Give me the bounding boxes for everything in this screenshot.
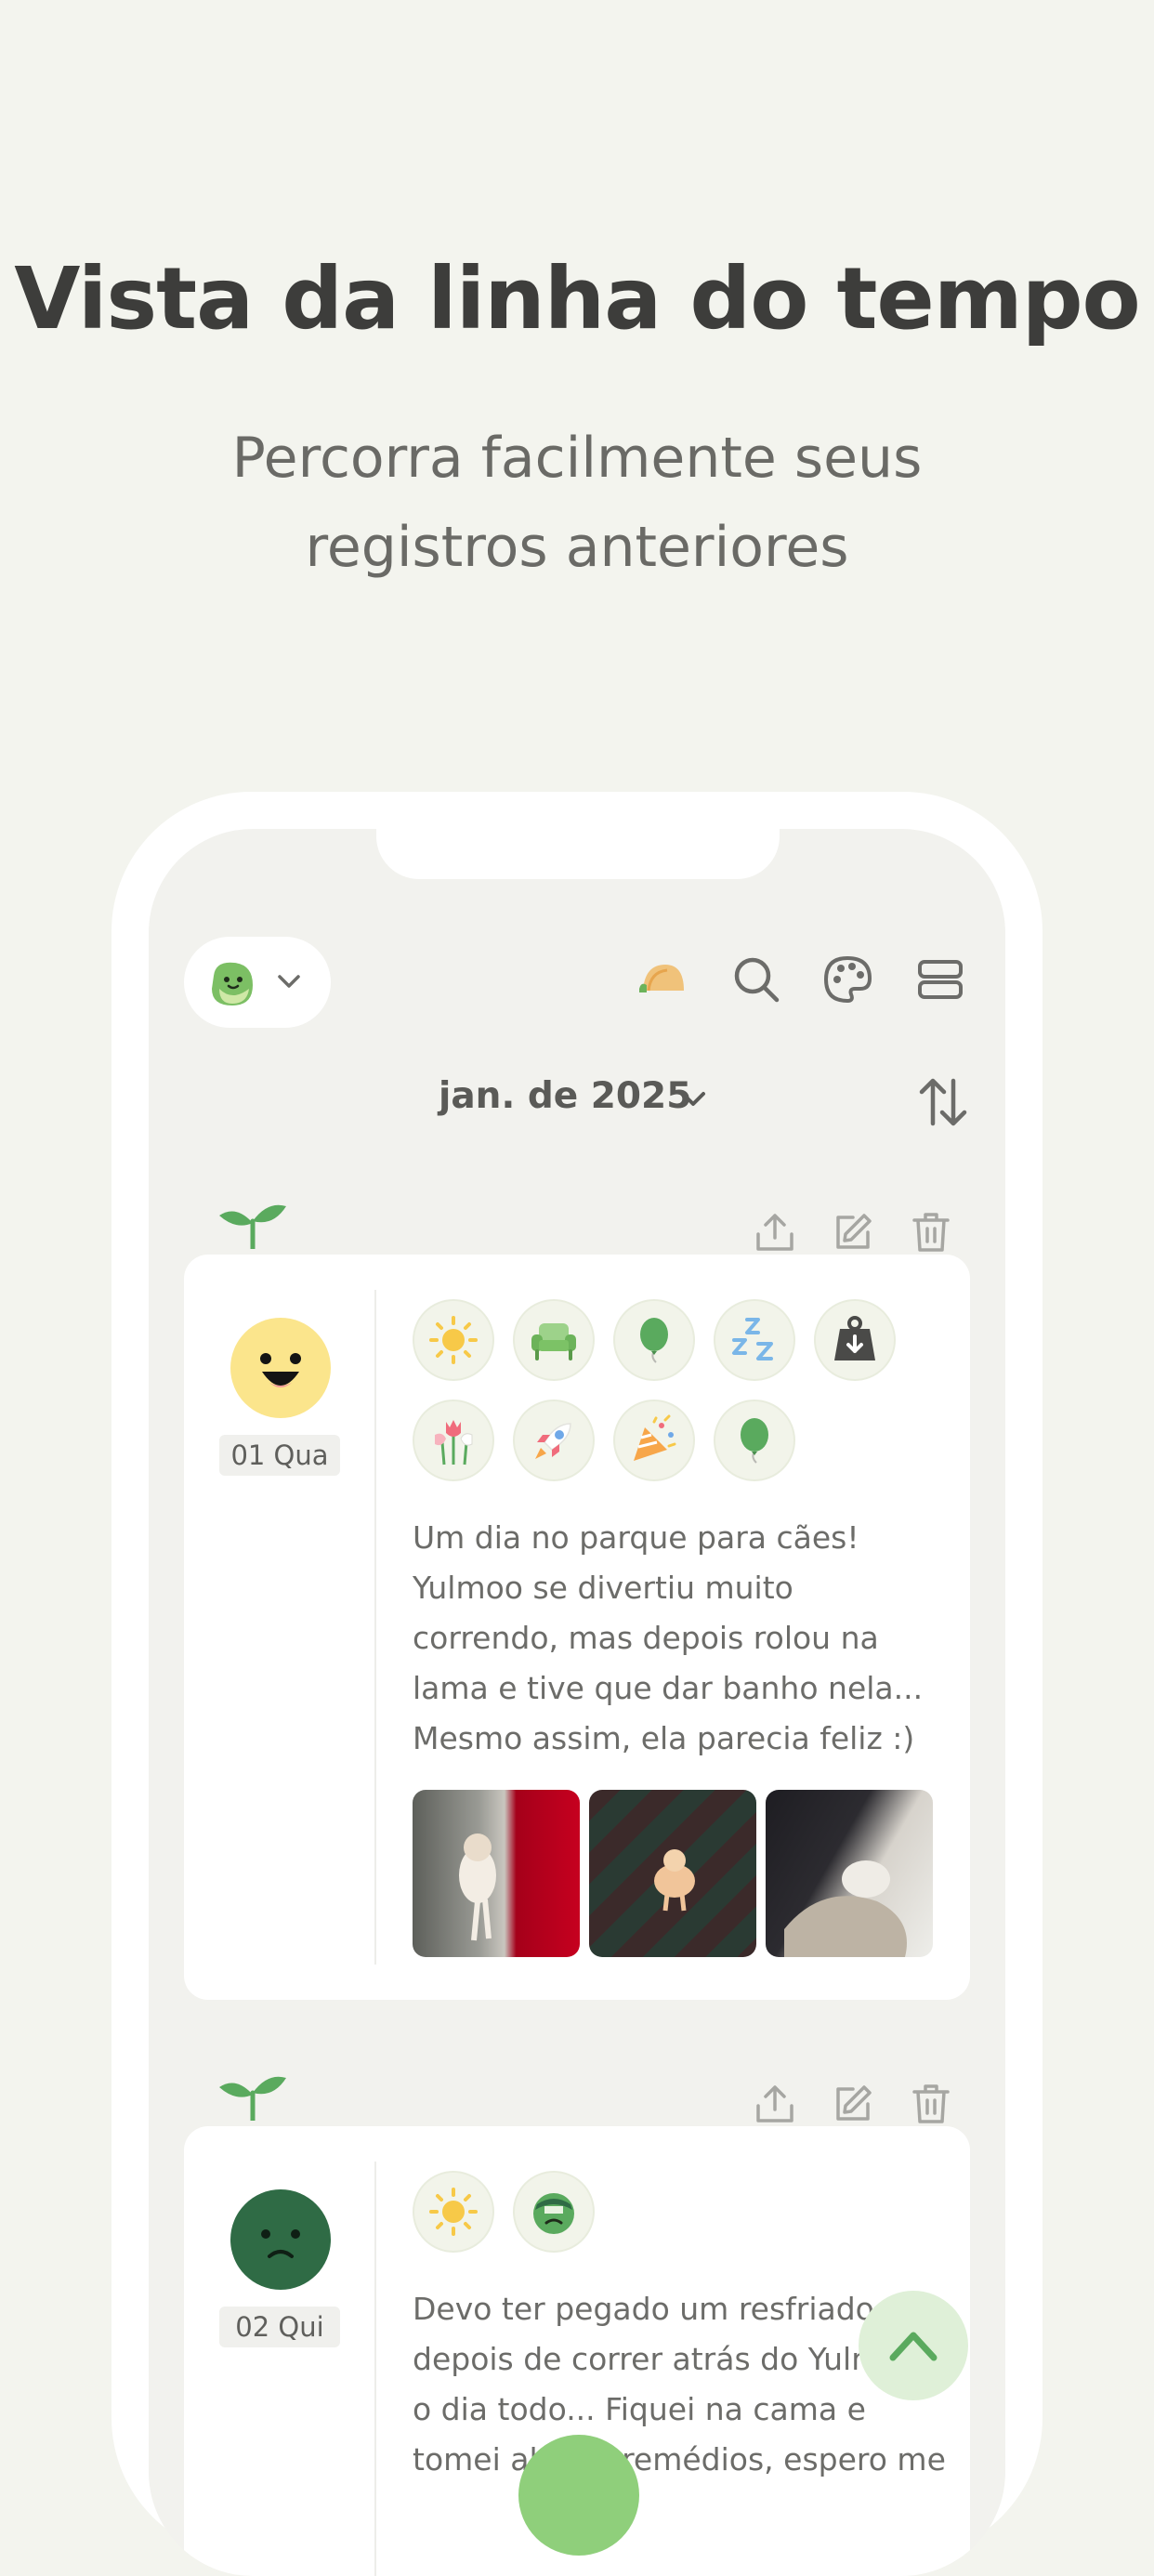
dog-silhouette <box>654 1849 695 1912</box>
activity-balloon-icon-2 <box>714 1400 795 1481</box>
activity-sleep-icon <box>714 1299 795 1381</box>
list-view-icon[interactable] <box>914 953 966 1005</box>
activity-sun-icon <box>413 1299 494 1381</box>
chevron-down-icon[interactable] <box>678 1086 708 1112</box>
balloon-icon <box>640 1318 668 1363</box>
page-subtitle: Percorra facilmente seus registros anter… <box>0 414 1154 592</box>
share-icon[interactable] <box>753 1210 797 1255</box>
entry-actions <box>753 1210 966 1258</box>
month-selector[interactable]: jan. de 2025 <box>439 1075 691 1117</box>
sprout-icon <box>219 2076 286 2121</box>
subtitle-text: Percorra facilmente seus registros anter… <box>231 426 923 580</box>
card-divider <box>374 1290 376 1965</box>
activity-sun-icon <box>413 2171 494 2253</box>
share-icon[interactable] <box>753 2082 797 2126</box>
balloon-icon <box>741 1418 768 1464</box>
rocket-icon <box>535 1423 571 1459</box>
green-blob-face-icon <box>212 962 253 1005</box>
entry-actions <box>753 2082 966 2130</box>
month-row: jan. de 2025 <box>149 1075 1005 1131</box>
dog-silhouette <box>784 1860 907 1957</box>
dog-photo-2[interactable] <box>589 1790 756 1957</box>
entry-date: 01 Qua <box>219 1435 340 1476</box>
scroll-to-top-button[interactable] <box>859 2291 968 2400</box>
chevron-up-icon <box>889 2332 938 2361</box>
taco-icon[interactable] <box>636 953 688 1005</box>
party-popper-icon <box>634 1414 676 1461</box>
page-title: Vista da linha do tempo <box>14 249 1141 348</box>
partial-face-icon <box>518 2435 639 2556</box>
sort-icon[interactable] <box>916 1075 970 1129</box>
trash-icon[interactable] <box>909 2082 953 2126</box>
sun-icon <box>429 2188 478 2236</box>
trash-icon[interactable] <box>909 1210 953 1255</box>
happy-yellow-face-icon <box>230 1318 331 1418</box>
activity-balloon-icon <box>613 1299 695 1381</box>
sad-green-face-icon <box>230 2189 331 2290</box>
palette-icon[interactable] <box>821 953 873 1005</box>
activity-sick-icon <box>513 2171 595 2253</box>
sick-face-icon <box>533 2193 574 2234</box>
dog-photo-3[interactable] <box>766 1790 933 1957</box>
weight-icon <box>834 1316 875 1360</box>
sleep-zzz-icon <box>732 1318 773 1360</box>
card-divider <box>374 2162 376 2576</box>
edit-icon[interactable] <box>831 2082 875 2126</box>
entry-date: 02 Qui <box>219 2307 340 2347</box>
sofa-icon <box>531 1323 576 1360</box>
activity-party-icon <box>613 1400 695 1481</box>
phone-notch <box>376 829 780 879</box>
dog-photo-1[interactable] <box>413 1790 580 1957</box>
search-icon[interactable] <box>730 953 782 1005</box>
activity-rocket-icon <box>513 1400 595 1481</box>
sun-icon <box>429 1316 478 1364</box>
tulips-icon <box>435 1420 473 1465</box>
sprout-icon <box>219 1204 286 1249</box>
entry-note: Um dia no parque para cães! Yulmoo se di… <box>413 1519 924 1756</box>
edit-icon[interactable] <box>831 1210 875 1255</box>
activity-tulips-icon <box>413 1400 494 1481</box>
timeline-entry-card[interactable]: 01 Qua Um dia no parque para cães! Yulmo… <box>184 1255 970 2000</box>
profile-selector[interactable] <box>184 937 331 1028</box>
activity-weight-icon <box>814 1299 896 1381</box>
activity-sofa-icon <box>513 1299 595 1381</box>
dog-silhouette <box>459 1833 496 1941</box>
chevron-down-icon <box>278 975 300 988</box>
